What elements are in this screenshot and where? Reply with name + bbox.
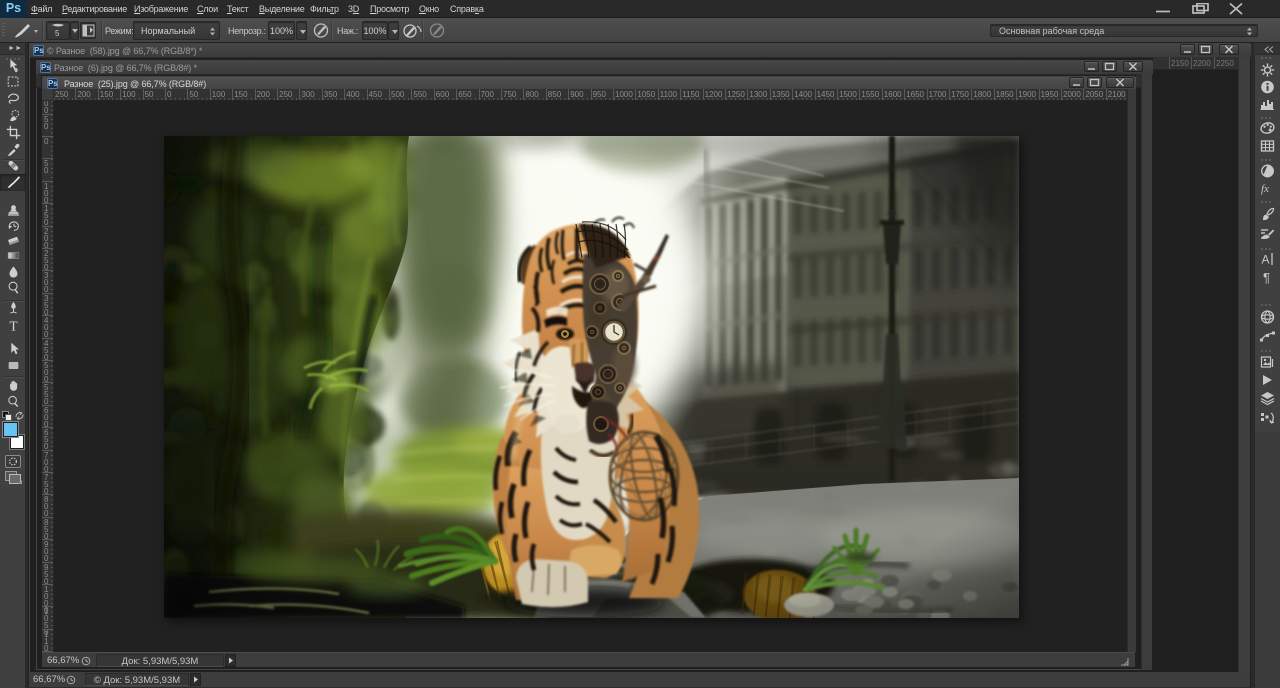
svg-text:A: A: [1261, 253, 1269, 267]
svg-text:fx: fx: [1261, 183, 1269, 195]
svg-text:¶: ¶: [1263, 270, 1270, 285]
svg-text:T: T: [9, 318, 17, 333]
svg-text:5: 5: [55, 29, 60, 38]
